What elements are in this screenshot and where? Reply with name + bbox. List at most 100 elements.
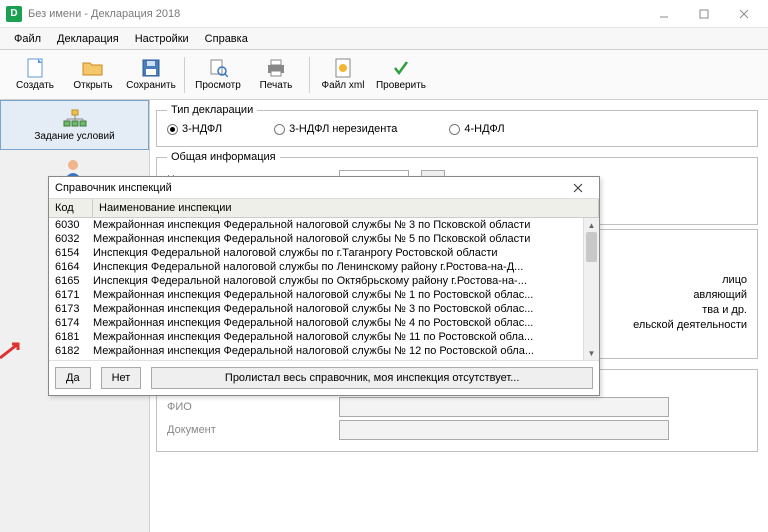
flowchart-icon (63, 109, 87, 129)
fio-label: ФИО (167, 401, 327, 413)
save-disk-icon (140, 58, 162, 78)
dialog-titlebar: Справочник инспекций (49, 177, 599, 199)
list-item-code: 6181 (49, 330, 93, 344)
create-button[interactable]: Создать (6, 52, 64, 98)
list-item-name: Инспекция Федеральной налоговой службы п… (93, 274, 599, 288)
minimize-button[interactable] (644, 2, 684, 26)
scroll-up-icon[interactable]: ▲ (584, 218, 599, 232)
list-item-name: Межрайонная инспекция Федеральной налого… (93, 330, 599, 344)
app-icon: D (6, 6, 22, 22)
list-item-name: Межрайонная инспекция Федеральной налого… (93, 344, 599, 358)
list-item-code: 6182 (49, 344, 93, 358)
radio-dot-icon (449, 124, 460, 135)
menu-declaration[interactable]: Декларация (49, 31, 127, 47)
print-button[interactable]: Печать (247, 52, 305, 98)
maximize-button[interactable] (684, 2, 724, 26)
menu-file[interactable]: Файл (6, 31, 49, 47)
list-item[interactable]: 6154Инспекция Федеральной налоговой служ… (49, 246, 599, 260)
list-item-name: Межрайонная инспекция Федеральной налого… (93, 288, 599, 302)
list-item[interactable]: 6174Межрайонная инспекция Федеральной на… (49, 316, 599, 330)
dialog-title: Справочник инспекций (55, 182, 573, 194)
radio-3ndfl[interactable]: 3-НДФЛ (167, 123, 222, 135)
no-button[interactable]: Нет (101, 367, 142, 389)
window-title: Без имени - Декларация 2018 (28, 8, 644, 20)
list-item-code: 6030 (49, 218, 93, 232)
scrollbar[interactable]: ▲ ▼ (583, 218, 599, 360)
list-item-name: Межрайонная инспекция Федеральной налого… (93, 302, 599, 316)
hint-arrow-icon (0, 342, 24, 360)
list-item-code: 6032 (49, 232, 93, 246)
open-button[interactable]: Открыть (64, 52, 122, 98)
fio-input (339, 397, 669, 417)
xml-label: Файл xml (322, 80, 365, 91)
list-item[interactable]: 6171Межрайонная инспекция Федеральной на… (49, 288, 599, 302)
list-item-name: Межрайонная инспекция Федеральной налого… (93, 218, 599, 232)
list-item[interactable]: 6030Межрайонная инспекция Федеральной на… (49, 218, 599, 232)
window-buttons (644, 2, 764, 26)
column-name[interactable]: Наименование инспекции (93, 199, 599, 217)
preview-button[interactable]: Просмотр (189, 52, 247, 98)
list-item[interactable]: 6032Межрайонная инспекция Федеральной на… (49, 232, 599, 246)
list-item-code: 6183 (49, 358, 93, 360)
sidebar-item-label: Задание условий (34, 131, 114, 142)
list-item-code: 6154 (49, 246, 93, 260)
save-button[interactable]: Сохранить (122, 52, 180, 98)
check-button[interactable]: Проверить (372, 52, 430, 98)
yes-button[interactable]: Да (55, 367, 91, 389)
open-folder-icon (82, 58, 104, 78)
menu-help[interactable]: Справка (197, 31, 256, 47)
open-label: Открыть (73, 80, 112, 91)
list-item[interactable]: 6173Межрайонная инспекция Федеральной на… (49, 302, 599, 316)
save-label: Сохранить (126, 80, 176, 91)
list-item-name: Инспекция Федеральной налоговой службы п… (93, 246, 599, 260)
sidebar-item-conditions[interactable]: Задание условий (0, 100, 149, 150)
stub-text: тва и др. (702, 304, 747, 316)
create-label: Создать (16, 80, 54, 91)
stub-text: лицо (722, 274, 747, 286)
list-item[interactable]: 6165Инспекция Федеральной налоговой служ… (49, 274, 599, 288)
close-button[interactable] (724, 2, 764, 26)
menubar: Файл Декларация Настройки Справка (0, 28, 768, 50)
document-label: Документ (167, 424, 327, 436)
declaration-type-legend: Тип декларации (167, 104, 257, 116)
toolbar: Создать Открыть Сохранить Просмотр Печат… (0, 50, 768, 100)
list-item-name: Межрайонная инспекция Федеральной налого… (93, 316, 599, 330)
dialog-column-headers: Код Наименование инспекции (49, 199, 599, 218)
radio-label: 3-НДФЛ (182, 123, 222, 135)
radio-4ndfl[interactable]: 4-НДФЛ (449, 123, 504, 135)
list-item-code: 6174 (49, 316, 93, 330)
radio-dot-icon (167, 124, 178, 135)
radio-dot-icon (274, 124, 285, 135)
printer-icon (265, 58, 287, 78)
list-item-code: 6164 (49, 260, 93, 274)
dialog-list[interactable]: 6030Межрайонная инспекция Федеральной на… (49, 218, 599, 360)
list-item-name: Межрайонная инспекция Федеральной налого… (93, 232, 599, 246)
declaration-type-fieldset: Тип декларации 3-НДФЛ 3-НДФЛ нерезидента… (156, 104, 758, 147)
toolbar-separator (309, 57, 310, 93)
inspection-lookup-dialog: Справочник инспекций Код Наименование ин… (48, 176, 600, 396)
xml-button[interactable]: Файл xml (314, 52, 372, 98)
list-item[interactable]: 6183Межрайонная инспекция Федеральной на… (49, 358, 599, 360)
list-item-name: Инспекция Федеральной налоговой службы п… (93, 260, 599, 274)
radio-3ndfl-nonresident[interactable]: 3-НДФЛ нерезидента (274, 123, 397, 135)
radio-label: 4-НДФЛ (464, 123, 504, 135)
scroll-down-icon[interactable]: ▼ (584, 346, 599, 360)
scroll-thumb[interactable] (586, 232, 597, 262)
list-item[interactable]: 6182Межрайонная инспекция Федеральной на… (49, 344, 599, 358)
column-code[interactable]: Код (49, 199, 93, 217)
list-item[interactable]: 6181Межрайонная инспекция Федеральной на… (49, 330, 599, 344)
radio-label: 3-НДФЛ нерезидента (289, 123, 397, 135)
preview-label: Просмотр (195, 80, 241, 91)
check-icon (390, 58, 412, 78)
document-input (339, 420, 669, 440)
dialog-close-button[interactable] (573, 183, 593, 193)
not-found-button[interactable]: Пролистал весь справочник, моя инспекция… (151, 367, 593, 389)
menu-settings[interactable]: Настройки (127, 31, 197, 47)
print-label: Печать (260, 80, 293, 91)
preview-icon (207, 58, 229, 78)
check-label: Проверить (376, 80, 426, 91)
list-item[interactable]: 6164Инспекция Федеральной налоговой служ… (49, 260, 599, 274)
list-item-code: 6171 (49, 288, 93, 302)
stub-text: ельской деятельности (633, 319, 747, 331)
dialog-buttons: Да Нет Пролистал весь справочник, моя ин… (49, 360, 599, 395)
